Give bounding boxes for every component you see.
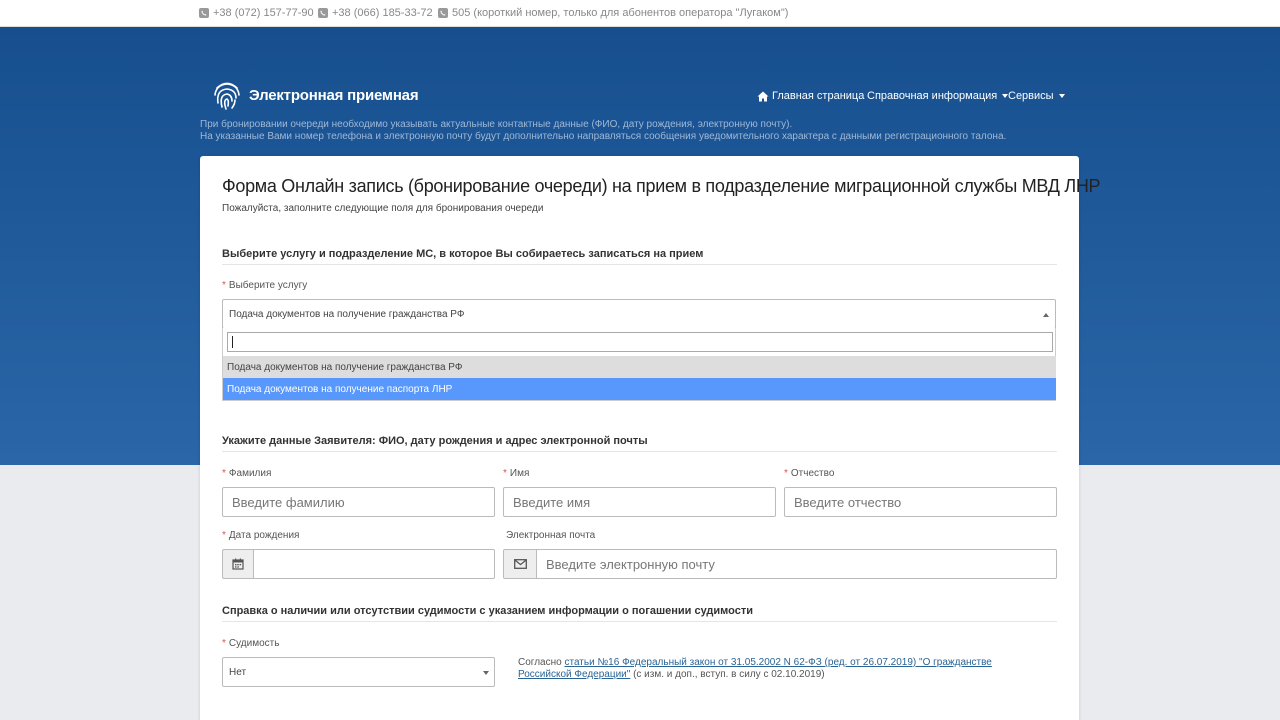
dropdown-option-passport[interactable]: Подача документов на получение паспорта … [223,378,1056,400]
email-placeholder: Введите электронную почту [546,557,715,572]
criminal-record-select[interactable]: Нет [222,657,495,687]
service-label: * Выберите услугу [222,280,307,291]
firstname-placeholder: Введите имя [513,495,591,510]
birthdate-input[interactable] [253,549,495,579]
middlename-label-text: Отчество [790,468,835,479]
lastname-input[interactable]: Введите фамилию [222,487,495,517]
phone-item-1: +38 (072) 157-77-90 [199,7,314,19]
dropdown-option-citizenship[interactable]: Подача документов на получение гражданст… [223,356,1056,378]
law-reference-note: Согласно статьи №16 Федеральный закон от… [518,657,1038,681]
nav-home-label: Главная страница [772,90,865,102]
info-line-2: На указанные Вами номер телефона и элект… [200,131,1007,142]
service-select-value: Подача документов на получение гражданст… [229,309,465,320]
email-input[interactable]: Введите электронную почту [536,549,1057,579]
fingerprint-icon [214,82,240,110]
logo-text: Электронная приемная [249,86,419,104]
lastname-label: * Фамилия [222,468,271,479]
criminal-label-text: Судимость [228,638,280,649]
chevron-up-icon [1043,313,1049,317]
dropdown-search-input[interactable] [227,332,1053,352]
email-label: Электронная почта [506,530,596,541]
phone-icon [199,8,209,18]
firstname-label: * Имя [503,468,529,479]
middlename-label: * Отчество [784,468,834,479]
calendar-icon [232,558,244,570]
required-mark: * [503,468,507,479]
phone-icon [438,8,448,18]
service-select[interactable]: Подача документов на получение гражданст… [222,299,1056,329]
required-mark: * [222,638,226,649]
phone-number-1: +38 (072) 157-77-90 [213,7,314,19]
phone-number-3: 505 (короткий номер, только для абоненто… [452,7,789,19]
nav-home[interactable]: Главная страница [757,90,864,102]
chevron-down-icon [1058,94,1065,98]
nav-reference-label: Справочная информация [867,90,998,102]
booking-form-card: Форма Онлайн запись (бронирование очеред… [200,156,1101,720]
criminal-label: * Судимость [222,638,279,649]
site-logo[interactable]: Электронная приемная [212,79,419,111]
envelope-icon [513,559,527,569]
email-addon [503,549,537,579]
section-service-heading: Выберите услугу и подразделение МС, в ко… [222,248,1057,265]
phone-number-2: +38 (066) 185-33-72 [332,7,433,19]
section-applicant-heading: Укажите данные Заявителя: ФИО, дату рожд… [222,435,1057,452]
required-mark: * [784,468,788,479]
nav-services-label: Сервисы [1008,90,1054,102]
service-label-text: Выберите услугу [228,280,308,291]
nav-reference[interactable]: Справочная информация [867,90,1009,102]
home-icon [757,91,769,101]
note-prefix: Согласно [518,657,565,668]
firstname-label-text: Имя [509,468,530,479]
note-suffix: (с изм. и доп., вступ. в силу с 02.10.20… [630,669,825,680]
birthdate-label-text: Дата рождения [228,530,300,541]
firstname-input[interactable]: Введите имя [503,487,776,517]
birthdate-label: * Дата рождения [222,530,299,541]
lastname-label-text: Фамилия [228,468,272,479]
form-subtitle: Пожалуйста, заполните следующие поля для… [222,203,544,214]
required-mark: * [222,468,226,479]
phone-icon [318,8,328,18]
calendar-addon[interactable] [222,549,254,579]
criminal-record-value: Нет [229,667,247,678]
info-line-1: При бронировании очереди необходимо указ… [200,119,793,130]
text-cursor [232,336,233,348]
middlename-placeholder: Введите отчество [794,495,902,510]
lastname-placeholder: Введите фамилию [232,495,345,510]
phone-item-3: 505 (короткий номер, только для абоненто… [438,7,788,19]
middlename-input[interactable]: Введите отчество [784,487,1057,517]
chevron-down-icon [483,671,489,675]
nav-services[interactable]: Сервисы [1008,90,1065,102]
required-mark: * [222,530,226,541]
service-dropdown: Подача документов на получение гражданст… [222,328,1056,401]
required-mark: * [222,280,226,291]
contact-bar: +38 (072) 157-77-90 +38 (066) 185-33-72 … [0,0,1280,27]
phone-item-2: +38 (066) 185-33-72 [318,7,433,19]
section-criminal-heading: Справка о наличии или отсутствии судимос… [222,605,1057,622]
form-title: Форма Онлайн запись (бронирование очеред… [222,176,1101,196]
